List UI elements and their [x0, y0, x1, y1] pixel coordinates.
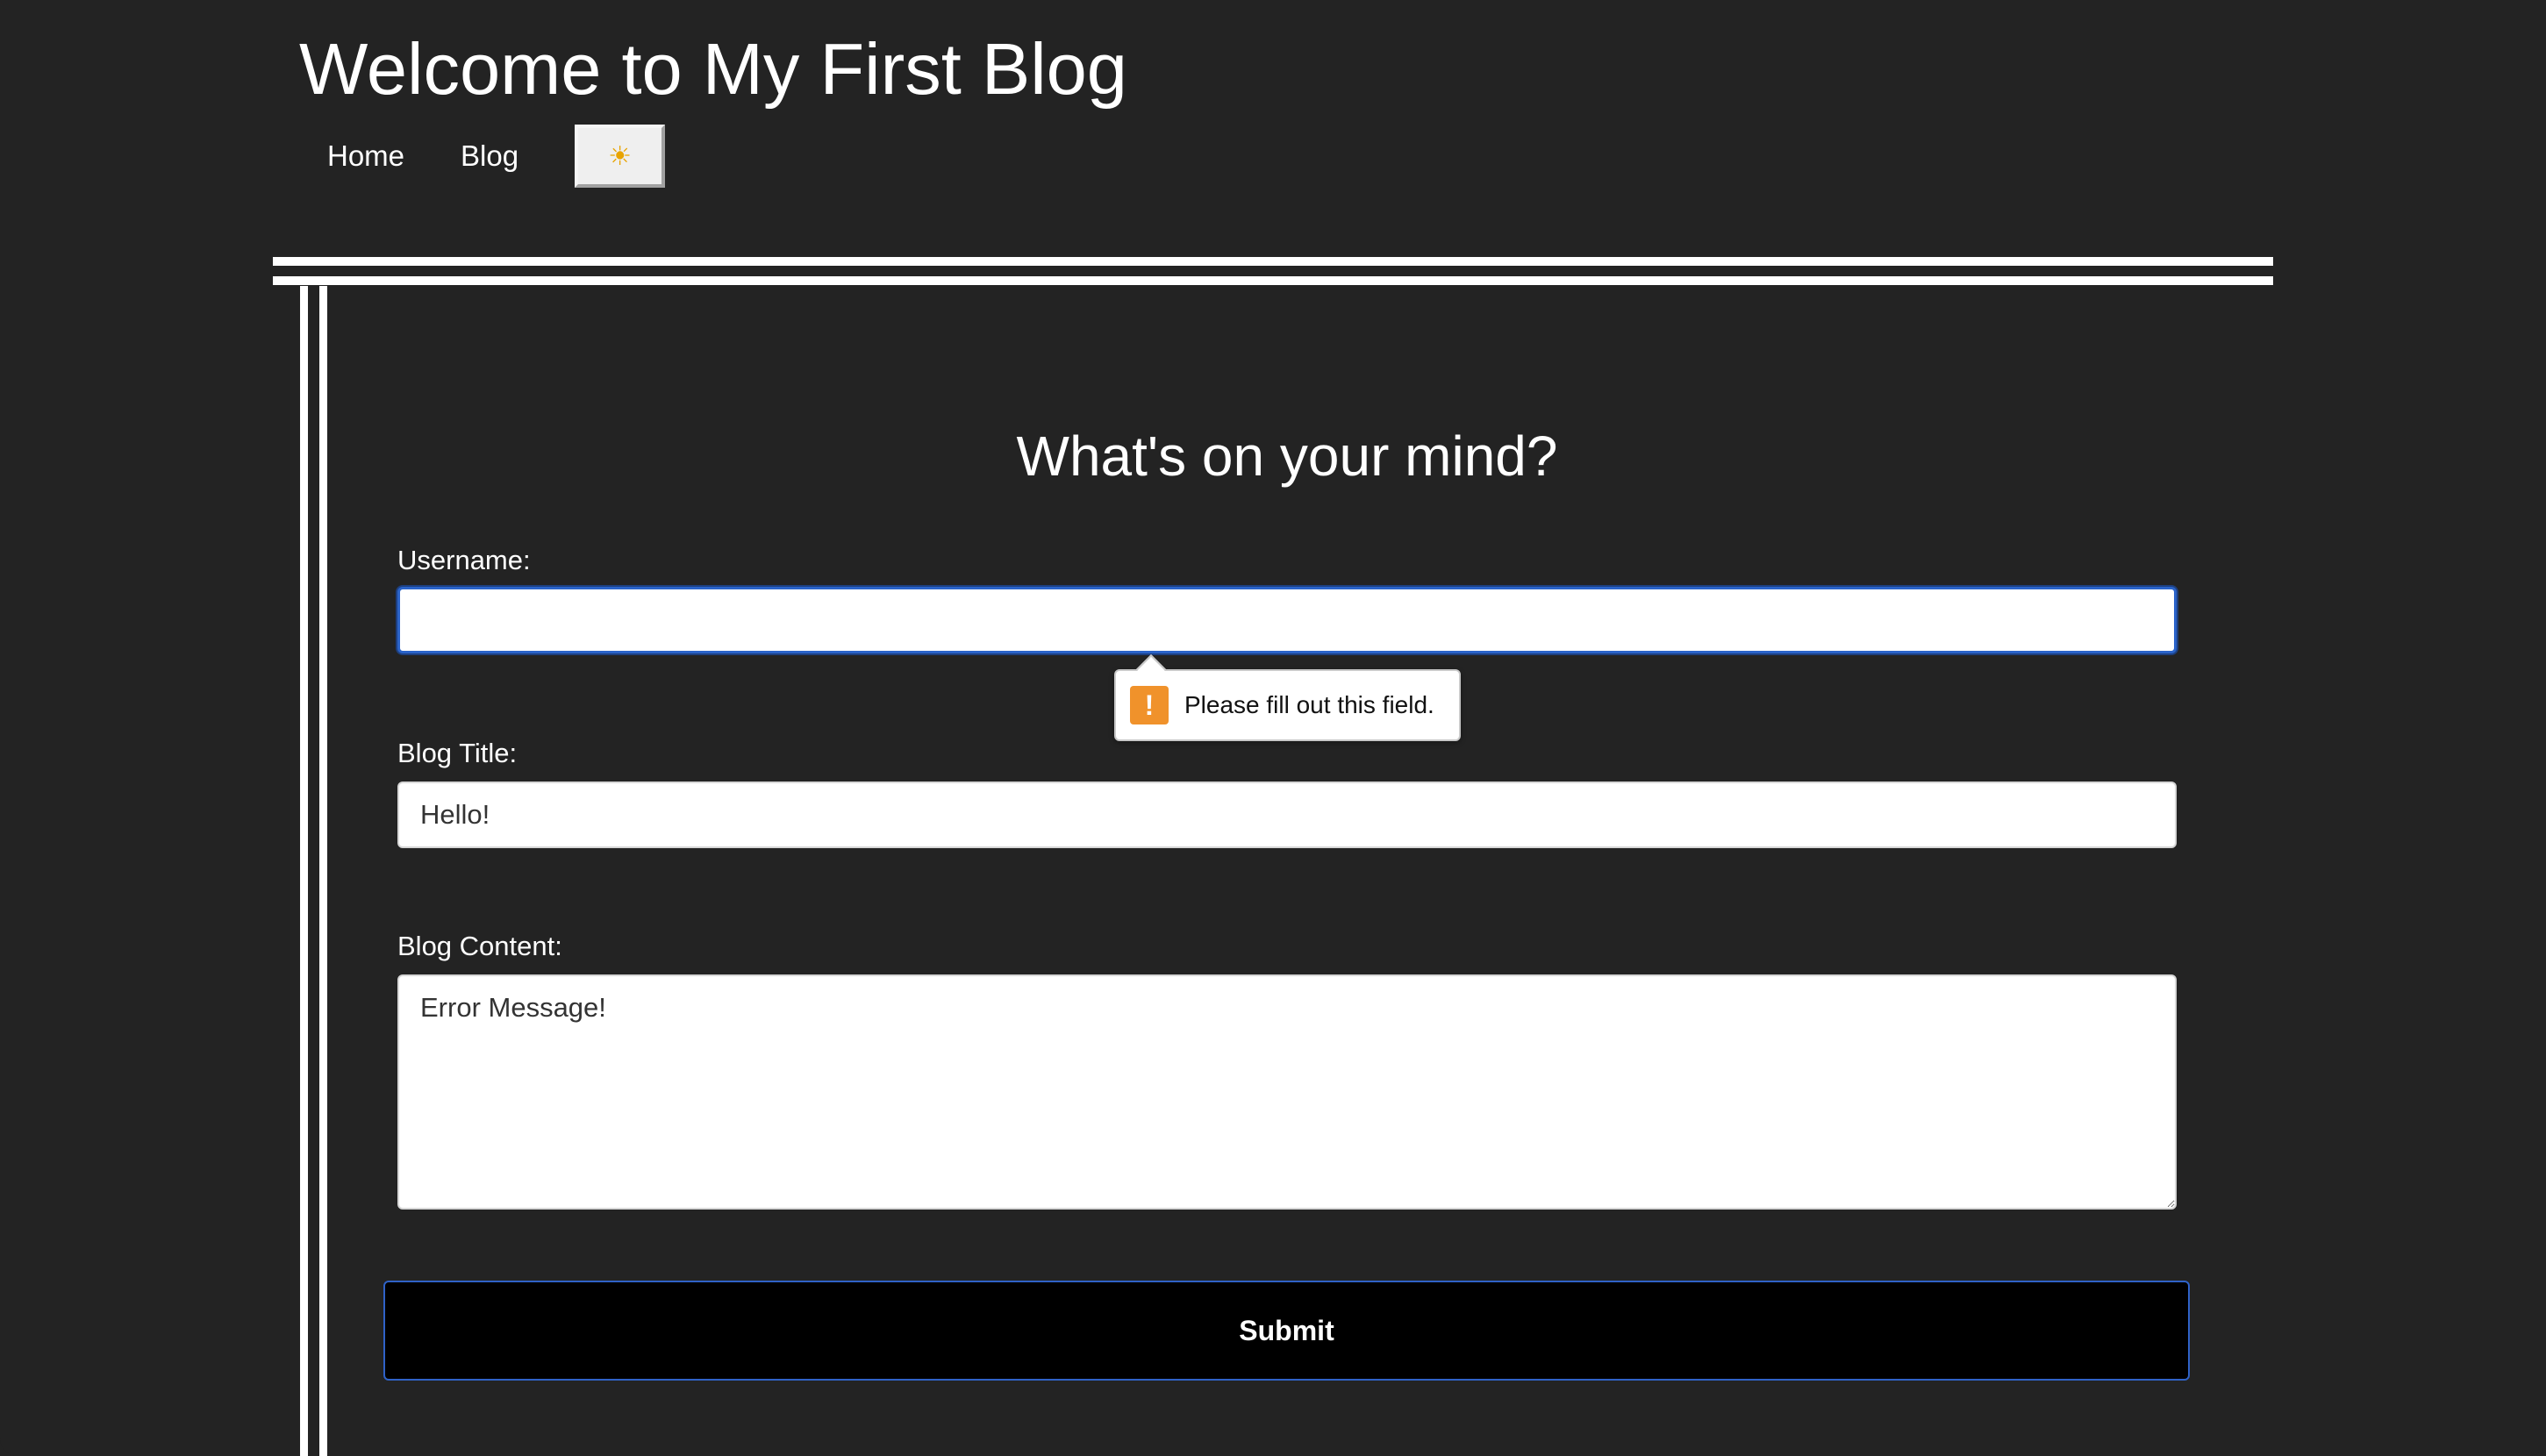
validation-tooltip: ! Please fill out this field.	[1114, 654, 1461, 741]
page: Welcome to My First Blog Home Blog ☀ Wha…	[0, 0, 2546, 1456]
theme-toggle-button[interactable]: ☀	[575, 125, 666, 188]
blog-content-textarea[interactable]: Error Message!	[397, 974, 2177, 1210]
border-line	[319, 286, 327, 1456]
blog-title-label: Blog Title:	[397, 738, 518, 768]
blog-content-label: Blog Content:	[397, 931, 562, 961]
nav-link-home[interactable]: Home	[299, 125, 433, 188]
main-nav: Home Blog ☀	[299, 125, 666, 188]
tooltip-arrow	[1136, 654, 1166, 684]
username-label: Username:	[397, 545, 531, 575]
warning-icon: !	[1130, 686, 1169, 724]
divider-line	[273, 276, 2273, 285]
blog-title-input[interactable]	[397, 782, 2177, 848]
submit-button[interactable]: Submit	[383, 1281, 2190, 1381]
site-title: Welcome to My First Blog	[299, 28, 1127, 110]
divider-line	[273, 257, 2273, 266]
border-line	[300, 286, 308, 1456]
form-heading: What's on your mind?	[1016, 425, 1558, 488]
username-input[interactable]	[397, 587, 2177, 653]
nav-link-blog[interactable]: Blog	[433, 125, 547, 188]
validation-message: Please fill out this field.	[1184, 691, 1434, 718]
sun-icon: ☀	[608, 141, 633, 171]
